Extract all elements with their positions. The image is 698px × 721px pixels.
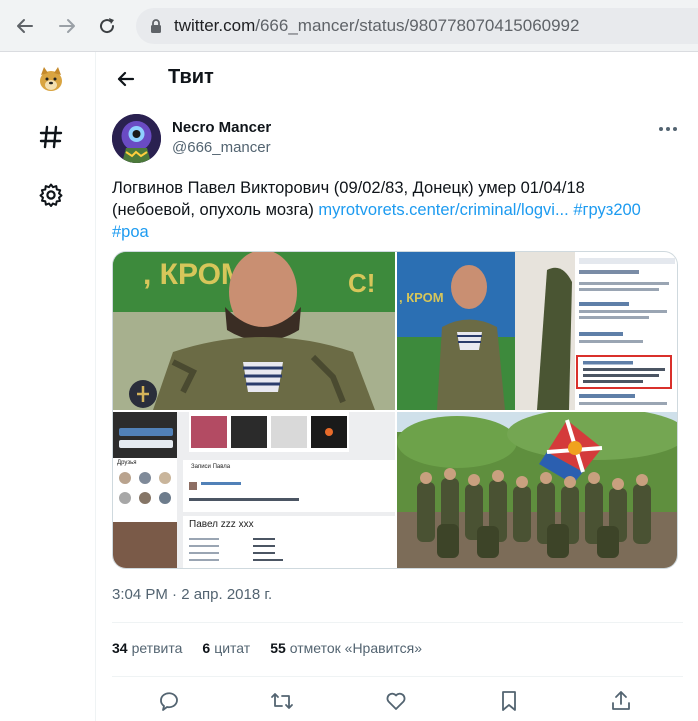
explore-button[interactable] [26, 112, 76, 162]
settings-button[interactable] [26, 170, 76, 220]
retweet-button[interactable] [267, 686, 297, 716]
profile-posts-header: Записи Павла [191, 464, 231, 470]
reload-button[interactable] [94, 13, 120, 39]
quotes-label: цитат [214, 640, 251, 656]
retweet-icon [271, 693, 293, 709]
share-icon [612, 691, 630, 710]
bookmark-button[interactable] [494, 686, 524, 716]
profile-name: Павел zzz xxx [189, 519, 254, 530]
url-text: twitter.com/666_mancer/status/9807780704… [174, 16, 579, 36]
tweet-actions [97, 680, 698, 720]
svg-text:С!: С! [348, 268, 375, 298]
arrow-left-icon [17, 19, 33, 33]
share-button[interactable] [606, 686, 636, 716]
likes-label: отметок «Нравится» [289, 640, 423, 656]
bookmark-icon [502, 691, 516, 711]
lock-icon [150, 18, 162, 34]
back-button[interactable] [109, 62, 143, 96]
likes-stat[interactable]: 55 отметок «Нравится» [270, 640, 422, 656]
quotes-stat[interactable]: 6 цитат [202, 640, 250, 656]
home-logo-button[interactable] [26, 54, 76, 104]
hashtag-link[interactable]: #груз200 [573, 201, 641, 219]
url-host: twitter.com [174, 16, 256, 35]
tweet-text: Логвинов Павел Викторович (09/02/83, Дон… [112, 177, 687, 243]
page-header: Твит [97, 52, 698, 105]
arrow-left-icon [117, 71, 135, 87]
heart-icon [386, 692, 406, 710]
friends-label: Друзья [117, 460, 137, 466]
reply-button[interactable] [154, 686, 184, 716]
retweets-label: ретвита [131, 640, 183, 656]
avatar[interactable] [112, 114, 161, 163]
hashtag-icon [39, 125, 63, 149]
more-options-button[interactable] [655, 116, 681, 142]
tweet-text-line2: (небоевой, опухоль мозга) myrotvorets.ce… [112, 199, 687, 221]
url-path: /666_mancer/status/980778070415060992 [255, 16, 580, 35]
main-column: Твит Necro Mancer @666_mancer Логвинов П… [97, 52, 698, 721]
author-handle[interactable]: @666_mancer [172, 139, 271, 156]
tweet-text-line1: Логвинов Павел Викторович (09/02/83, Дон… [112, 179, 585, 197]
browser-toolbar: twitter.com/666_mancer/status/9807780704… [0, 0, 698, 52]
gear-icon [39, 183, 63, 207]
media-photo[interactable] [397, 412, 677, 568]
forward-nav-button[interactable] [54, 13, 80, 39]
tweet-text-plain: (небоевой, опухоль мозга) [112, 201, 319, 219]
divider [112, 676, 683, 677]
more-dots-icon [659, 127, 677, 131]
likes-count: 55 [270, 640, 286, 656]
address-bar[interactable]: twitter.com/666_mancer/status/9807780704… [136, 8, 698, 44]
media-photo[interactable]: , КРОМ С! [113, 252, 395, 410]
media-photo[interactable]: , КРОМ [397, 252, 677, 410]
reply-icon [160, 692, 178, 711]
media-photo[interactable]: Друзья Записи Павла Павел zzz xxx [113, 412, 395, 568]
page-title: Твит [168, 66, 214, 88]
like-button[interactable] [381, 686, 411, 716]
arrow-right-icon [59, 19, 75, 33]
tweet-link[interactable]: myrotvorets.center/criminal/logvi... [318, 201, 568, 219]
media-grid: , КРОМ С! , КРОМ Друзья Записи Павла Пав… [112, 251, 678, 569]
reload-icon [100, 18, 115, 34]
retweets-stat[interactable]: 34 ретвита [112, 640, 182, 656]
author-name[interactable]: Necro Mancer [172, 119, 271, 136]
tweet-timestamp[interactable]: 3:04 PM · 2 апр. 2018 г. [112, 586, 272, 603]
divider [112, 622, 683, 623]
left-sidebar [0, 52, 96, 721]
retweets-count: 34 [112, 640, 128, 656]
doge-logo-icon [40, 67, 62, 91]
back-nav-button[interactable] [12, 13, 38, 39]
hashtag-link[interactable]: #роа [112, 223, 149, 241]
quotes-count: 6 [202, 640, 211, 656]
tweet-stats: 34 ретвита 6 цитат 55 отметок «Нравится» [112, 640, 422, 656]
svg-text:, КРОМ: , КРОМ [399, 290, 444, 305]
